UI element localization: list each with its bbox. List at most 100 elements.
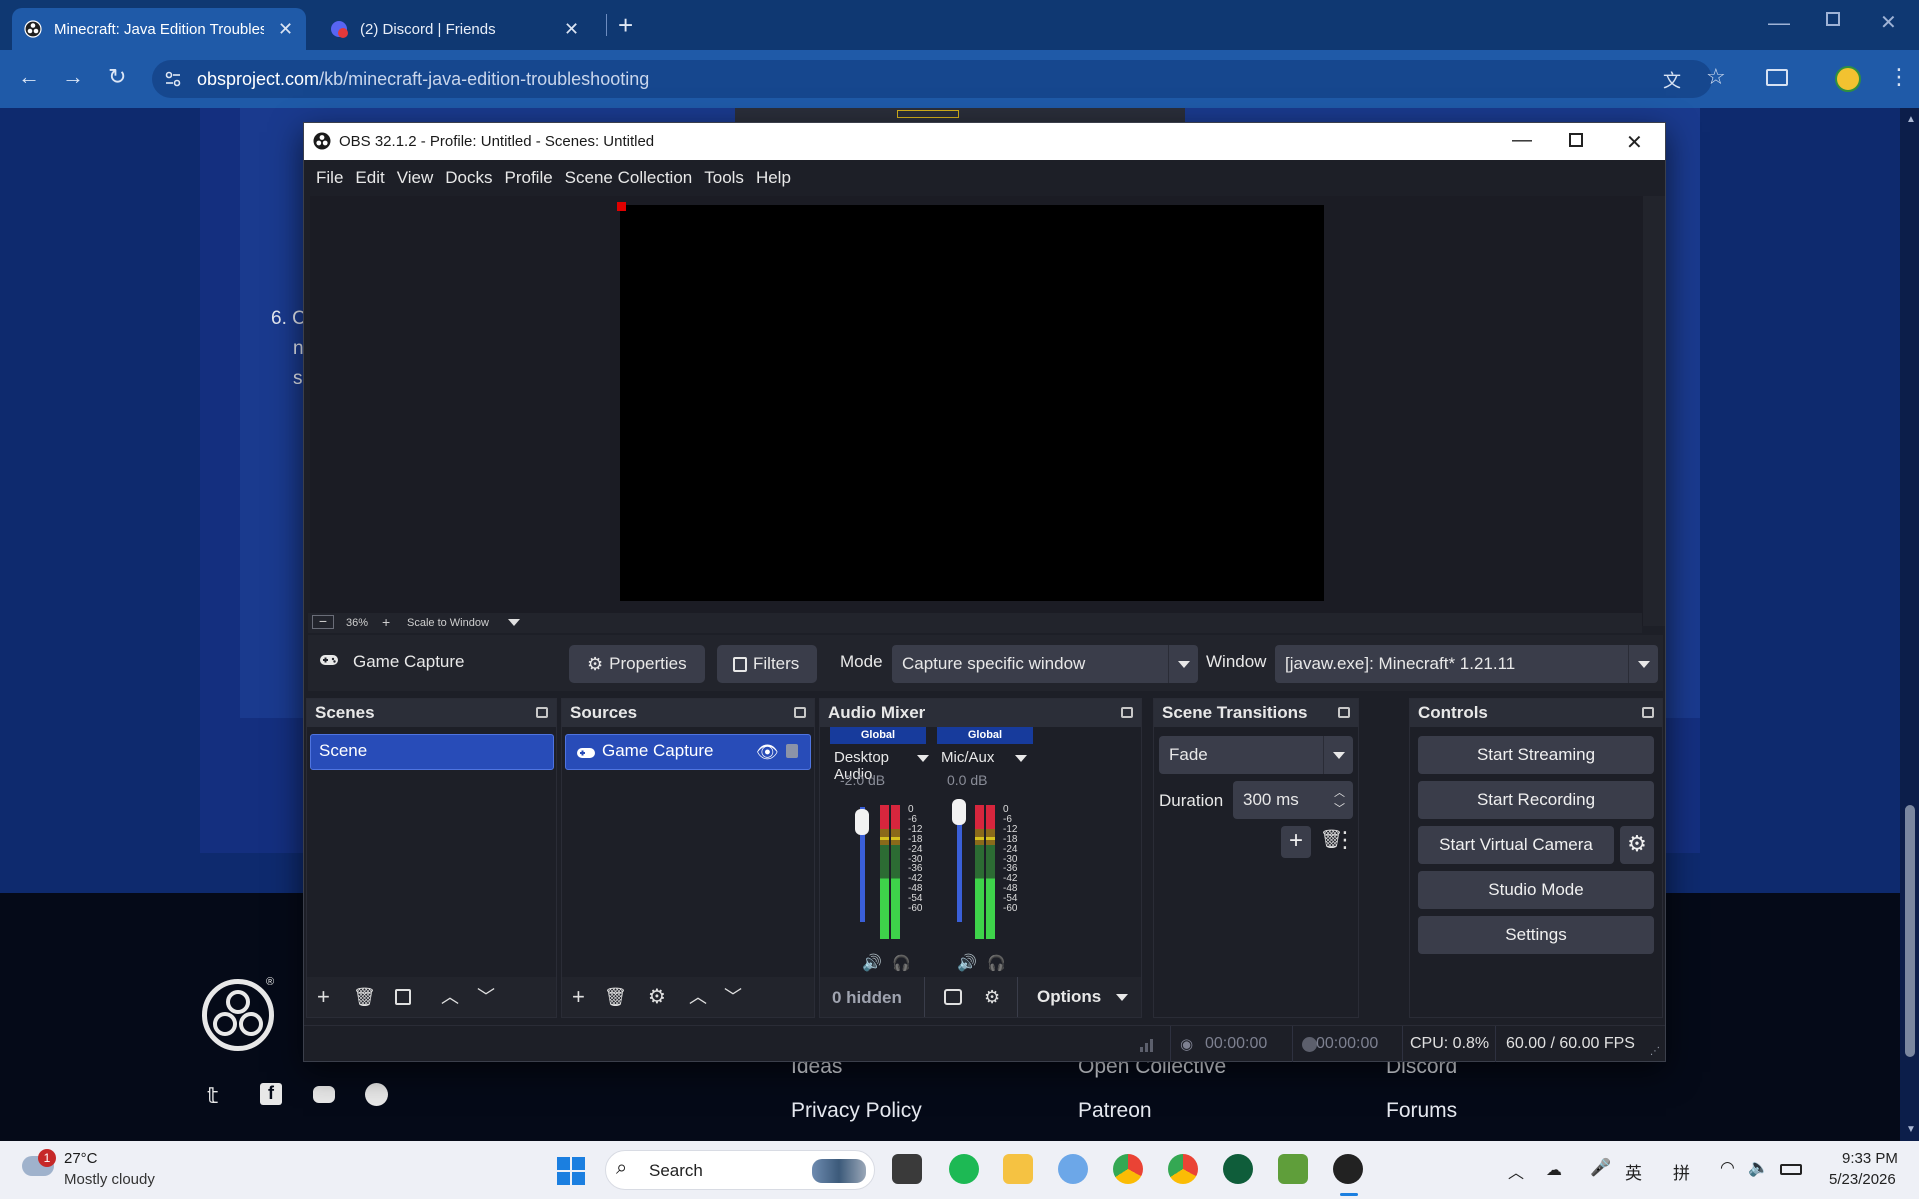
obs-minimize-icon[interactable]: —: [1512, 129, 1532, 152]
task-view-icon[interactable]: [892, 1154, 922, 1184]
source-resize-handle[interactable]: [617, 202, 626, 211]
preview-canvas[interactable]: [620, 205, 1324, 601]
zoom-in-icon[interactable]: +: [382, 614, 390, 630]
more-options-icon[interactable]: ⋮: [1334, 827, 1356, 853]
monitor-icon[interactable]: 🎧: [987, 954, 1006, 972]
restore-icon[interactable]: [1826, 12, 1840, 26]
volume-fader-knob[interactable]: [952, 799, 966, 825]
close-tab-icon[interactable]: ✕: [278, 19, 293, 40]
minimize-icon[interactable]: —: [1768, 10, 1790, 36]
translate-icon[interactable]: ⽂: [1663, 67, 1681, 93]
trash-icon[interactable]: 🗑: [604, 986, 627, 1008]
options-button[interactable]: Options: [1037, 987, 1101, 1007]
github-icon[interactable]: [365, 1083, 388, 1106]
scale-dropdown-icon[interactable]: [508, 619, 520, 626]
add-icon[interactable]: +: [317, 986, 330, 1008]
hidden-count[interactable]: 0 hidden: [832, 988, 902, 1008]
move-down-icon[interactable]: ﹀: [477, 986, 495, 1008]
scroll-up-icon[interactable]: ▲: [1906, 114, 1916, 125]
menu-view[interactable]: View: [397, 168, 434, 188]
chrome-profile-icon[interactable]: [1168, 1154, 1198, 1184]
menu-profile[interactable]: Profile: [504, 168, 552, 188]
twitter-icon[interactable]: 𝕥: [207, 1083, 218, 1109]
ime-pinyin[interactable]: 拼: [1673, 1159, 1690, 1184]
filter-icon[interactable]: [395, 989, 411, 1005]
settings-button[interactable]: Settings: [1418, 916, 1654, 954]
obs-logo[interactable]: [202, 979, 274, 1051]
resize-grip-icon[interactable]: ⋰: [1650, 1046, 1660, 1057]
monitor-icon[interactable]: 🎧: [892, 954, 911, 972]
transition-select[interactable]: Fade: [1159, 736, 1353, 774]
obs-taskbar-icon[interactable]: [1333, 1154, 1363, 1184]
channel-menu-icon[interactable]: [1015, 755, 1027, 762]
battery-icon[interactable]: [1780, 1164, 1802, 1175]
close-window-icon[interactable]: ✕: [1880, 10, 1897, 35]
window-select[interactable]: [javaw.exe]: Minecraft* 1.21.11: [1275, 645, 1658, 683]
dock-float-icon[interactable]: [536, 707, 548, 718]
menu-file[interactable]: File: [316, 168, 343, 188]
dock-float-icon[interactable]: [1121, 707, 1133, 718]
clock-time[interactable]: 9:33 PM: [1842, 1150, 1898, 1167]
scroll-down-icon[interactable]: ▼: [1906, 1124, 1916, 1135]
page-scrollbar[interactable]: ▲ ▼: [1902, 108, 1919, 1141]
obs-title-bar[interactable]: OBS 32.1.2 - Profile: Untitled - Scenes:…: [304, 123, 1665, 160]
advanced-audio-icon[interactable]: ⚙: [984, 986, 1000, 1008]
scene-item[interactable]: Scene: [310, 734, 554, 770]
scrollbar-thumb[interactable]: [1905, 805, 1915, 1057]
menu-help[interactable]: Help: [756, 168, 791, 188]
back-icon[interactable]: ←: [18, 64, 40, 90]
start-streaming-button[interactable]: Start Streaming: [1418, 736, 1654, 774]
chevron-down-icon[interactable]: [1116, 994, 1128, 1001]
move-up-icon[interactable]: ︿: [689, 986, 707, 1008]
eye-icon[interactable]: 👁: [756, 742, 779, 763]
dock-float-icon[interactable]: [1642, 707, 1654, 718]
lock-icon[interactable]: [786, 744, 798, 758]
start-recording-button[interactable]: Start Recording: [1418, 781, 1654, 819]
site-info-icon[interactable]: [164, 70, 182, 88]
wifi-icon[interactable]: ◠: [1720, 1158, 1735, 1178]
menu-scene-collection[interactable]: Scene Collection: [565, 168, 693, 188]
mode-select[interactable]: Capture specific window: [892, 645, 1198, 683]
channel-menu-icon[interactable]: [917, 755, 929, 762]
scale-mode[interactable]: Scale to Window: [407, 617, 489, 629]
clock-date[interactable]: 5/23/2026: [1829, 1171, 1896, 1188]
speaker-icon[interactable]: 🔊: [862, 953, 882, 973]
move-up-icon[interactable]: ︿: [441, 986, 459, 1008]
discord-icon[interactable]: [313, 1086, 335, 1103]
paint-icon[interactable]: [1058, 1154, 1088, 1184]
taskbar-search[interactable]: ⌕ Search: [605, 1150, 875, 1190]
layout-toggle-icon[interactable]: [944, 989, 962, 1005]
onedrive-icon[interactable]: ☁: [1546, 1160, 1562, 1180]
menu-docks[interactable]: Docks: [445, 168, 492, 188]
zoom-out-icon[interactable]: −: [312, 614, 334, 629]
tab-discord[interactable]: (2) Discord | Friends ✕: [318, 8, 600, 50]
dock-float-icon[interactable]: [794, 707, 806, 718]
volume-icon[interactable]: 🔈: [1748, 1158, 1769, 1178]
facebook-icon[interactable]: f: [260, 1083, 282, 1105]
close-tab-icon[interactable]: ✕: [564, 19, 579, 40]
tab-search-icon[interactable]: [1766, 69, 1788, 86]
minecraft-launcher-icon[interactable]: [1278, 1154, 1308, 1184]
duration-spinbox[interactable]: 300 ms ︿ ﹀: [1233, 781, 1353, 819]
footer-link-patreon[interactable]: Patreon: [1078, 1099, 1152, 1123]
weather-condition[interactable]: Mostly cloudy: [64, 1171, 155, 1188]
volume-fader-knob[interactable]: [855, 809, 869, 835]
browser-menu-icon[interactable]: ⋮: [1888, 64, 1910, 90]
trash-icon[interactable]: 🗑: [353, 986, 376, 1008]
start-virtual-camera-button[interactable]: Start Virtual Camera: [1418, 826, 1614, 864]
filters-button[interactable]: Filters: [717, 645, 817, 683]
spin-up-icon[interactable]: ︿: [1334, 784, 1345, 800]
obs-close-icon[interactable]: ✕: [1626, 130, 1643, 155]
profile-avatar[interactable]: [1835, 66, 1861, 92]
menu-edit[interactable]: Edit: [355, 168, 384, 188]
bookmark-star-icon[interactable]: ☆: [1706, 64, 1726, 90]
windows-start-icon[interactable]: [556, 1156, 586, 1186]
move-down-icon[interactable]: ﹀: [724, 986, 742, 1008]
dock-float-icon[interactable]: [1338, 707, 1350, 718]
add-icon[interactable]: +: [572, 986, 585, 1008]
tab-minecraft[interactable]: Minecraft: Java Edition Troubles ✕: [12, 8, 306, 50]
app-icon[interactable]: [1223, 1154, 1253, 1184]
tray-overflow-icon[interactable]: ︿: [1508, 1159, 1524, 1183]
add-transition-icon[interactable]: +: [1281, 826, 1311, 858]
spin-down-icon[interactable]: ﹀: [1334, 800, 1345, 816]
